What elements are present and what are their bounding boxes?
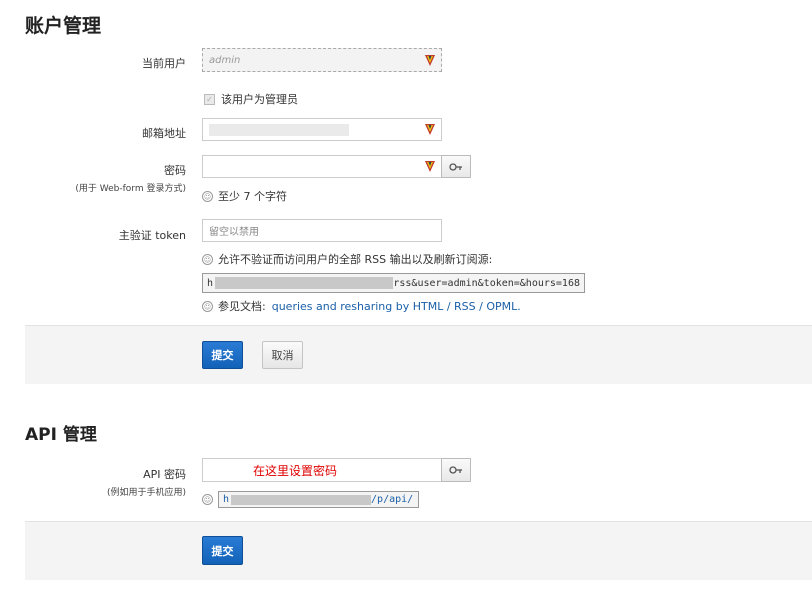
api-password-annotation: 在这里设置密码	[253, 463, 338, 478]
docs-hint: ☺ 参见文档: queries and resharing by HTML / …	[202, 298, 521, 314]
account-section-title: 账户管理	[25, 15, 102, 37]
api-actions-bar	[25, 521, 812, 580]
account-cancel-button[interactable]: 取消	[262, 341, 303, 369]
key-icon	[449, 466, 462, 474]
is-admin-label: 该用户为管理员	[221, 93, 298, 106]
current-user-field: admin	[202, 48, 442, 72]
password-label: 密码	[164, 164, 186, 177]
docs-link[interactable]: queries and resharing by HTML / RSS / OP…	[272, 300, 518, 313]
api-section-title: API 管理	[25, 425, 97, 445]
api-password-sublabel: (例如用于手机应用)	[106, 488, 186, 498]
api-password-field[interactable]: 在这里设置密码	[202, 458, 442, 482]
api-url-hint: ☺ h /p/api/	[202, 491, 419, 508]
info-icon: ☺	[202, 190, 213, 202]
token-input[interactable]: 留空以禁用	[202, 219, 442, 242]
token-url-field[interactable]: h rss&user=admin&token=&hours=168	[202, 273, 585, 293]
account-submit-button[interactable]: 提交	[202, 341, 243, 369]
api-submit-button[interactable]: 提交	[202, 536, 243, 565]
current-user-label: 当前用户	[142, 57, 186, 70]
api-url-field[interactable]: h /p/api/	[218, 491, 419, 508]
password-manager-icon[interactable]	[425, 54, 435, 66]
info-icon: ☺	[202, 253, 213, 265]
password-hint-text: 至少 7 个字符	[218, 190, 287, 203]
account-actions-bar	[25, 325, 812, 384]
api-password-label: API 密码	[143, 468, 186, 481]
show-password-button[interactable]	[441, 155, 471, 178]
password-manager-icon[interactable]	[425, 161, 435, 172]
is-admin-checkbox[interactable]: ✓	[204, 93, 215, 105]
info-icon: ☺	[202, 300, 213, 312]
info-icon: ☺	[202, 494, 213, 505]
email-redacted	[209, 123, 349, 136]
token-hint-text: 允许不验证而访问用户的全部 RSS 输出以及刷新订阅源:	[218, 253, 493, 266]
email-field[interactable]	[202, 118, 442, 141]
is-admin-row: ✓ 该用户为管理员	[204, 91, 298, 107]
docs-suffix: .	[517, 299, 521, 313]
api-url-prefix: h	[223, 494, 230, 505]
token-hint: ☺ 允许不验证而访问用户的全部 RSS 输出以及刷新订阅源:	[202, 251, 492, 267]
api-url-suffix: /p/api/	[371, 494, 414, 505]
email-label: 邮箱地址	[142, 127, 186, 140]
token-url-redacted	[215, 277, 394, 289]
password-field[interactable]	[202, 155, 442, 178]
password-manager-icon[interactable]	[425, 124, 435, 135]
docs-prefix: 参见文档:	[218, 300, 266, 313]
password-sublabel: (用于 Web-form 登录方式)	[75, 184, 186, 194]
key-icon	[449, 162, 462, 171]
current-user-value: admin	[209, 54, 241, 66]
token-url-prefix: h	[207, 277, 214, 289]
token-label: 主验证 token	[118, 229, 186, 242]
show-api-password-button[interactable]	[441, 458, 471, 482]
token-placeholder: 留空以禁用	[209, 227, 259, 238]
token-url-suffix: rss&user=admin&token=&hours=168	[393, 277, 580, 289]
api-url-redacted	[231, 494, 372, 505]
password-hint: ☺ 至少 7 个字符	[202, 188, 287, 204]
